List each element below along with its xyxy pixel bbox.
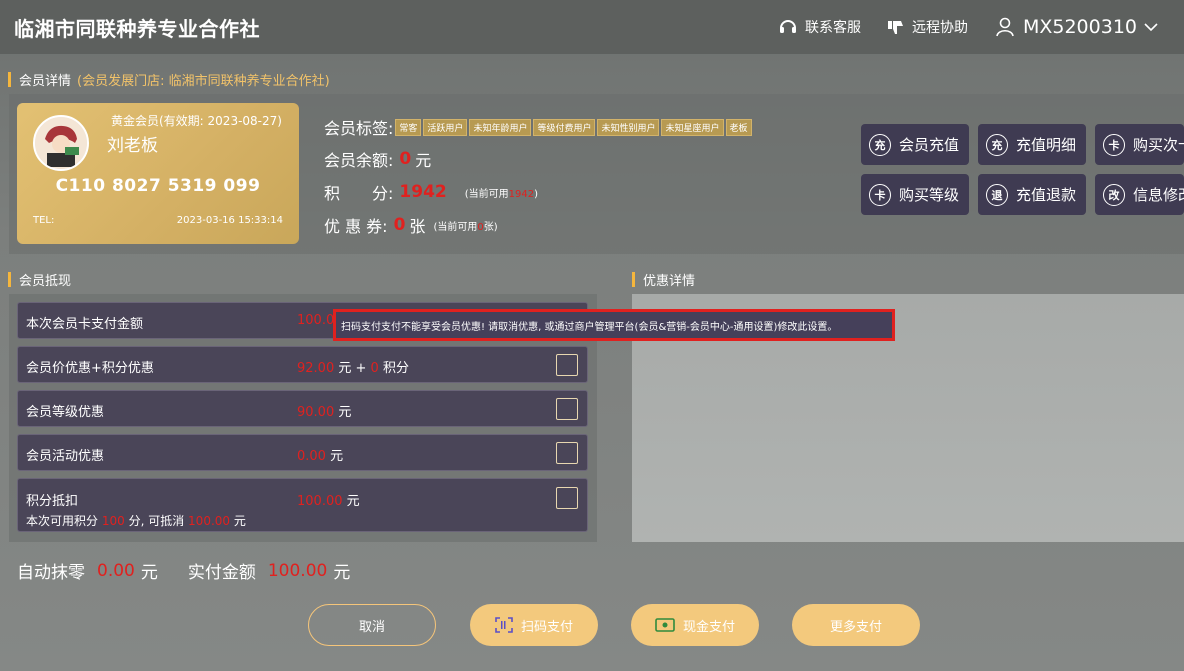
remote-assist-label: 远程协助	[911, 20, 968, 36]
card-icon: 卡	[869, 183, 891, 206]
member-tag: 未知性别用户	[597, 118, 660, 136]
points-value: 1942	[399, 182, 447, 202]
contact-service-label: 联系客服	[804, 20, 861, 36]
recharge-icon: 充	[869, 133, 891, 156]
user-icon	[996, 17, 1014, 37]
scan-pay-button[interactable]: 扫码支付	[470, 604, 598, 646]
headset-icon	[779, 20, 796, 33]
payment-summary: 自动抹零 0.00 元 实付金额 100.00 元	[17, 560, 351, 584]
member-tag: 活跃用户	[423, 118, 468, 136]
deduct-row-level: 会员等级优惠 90.00 元	[17, 390, 588, 427]
avatar	[33, 115, 89, 171]
card-tel: TEL:	[33, 215, 55, 226]
thumb-icon	[887, 21, 903, 34]
member-detail-title: 会员详情 (会员发展门店: 临湘市同联种养专业合作社)	[8, 70, 330, 89]
card-icon: 卡	[1103, 133, 1125, 156]
recharge-refund-button[interactable]: 退 充值退款	[978, 174, 1086, 215]
edit-info-button[interactable]: 改 信息修改	[1095, 174, 1184, 215]
member-recharge-button[interactable]: 充 会员充值	[861, 124, 969, 165]
user-menu[interactable]: MX5200310	[994, 16, 1158, 38]
recharge-detail-button[interactable]: 充 充值明细	[978, 124, 1086, 165]
auto-zero-value: 0.00	[97, 560, 135, 581]
buy-level-button[interactable]: 卡 购买等级	[861, 174, 969, 215]
recharge-icon: 充	[986, 133, 1008, 156]
member-tag: 等级付费用户	[533, 118, 596, 136]
member-level: 黄金会员(有效期: 2023-08-27)	[111, 114, 282, 128]
refund-icon: 退	[986, 183, 1008, 206]
member-name: 刘老板	[107, 136, 158, 156]
contact-service-link[interactable]: 联系客服	[778, 17, 861, 37]
member-tags-line: 会员标签: 常客 活跃用户 未知年龄用户 等级付费用户 未知性别用户 未知星座用…	[324, 115, 752, 139]
cash-pay-button[interactable]: 现金支付	[631, 604, 759, 646]
title-accent-bar	[8, 72, 11, 87]
user-id: MX5200310	[1022, 16, 1137, 38]
coupon-value: 0	[393, 215, 406, 235]
points-available: (当前可用1942)	[464, 188, 538, 200]
more-pay-button[interactable]: 更多支付	[792, 604, 920, 646]
edit-icon: 改	[1103, 183, 1125, 206]
balance-line: 会员余额: 0 元	[324, 149, 432, 170]
points-line: 积 分: 1942 (当前可用1942)	[324, 182, 538, 203]
coupon-line: 优 惠 券: 0 张 (当前可用0张)	[324, 215, 498, 236]
scan-icon	[495, 617, 513, 633]
card-number: C110 8027 5319 099	[55, 176, 261, 196]
member-tag: 常客	[395, 118, 422, 136]
member-tag: 老板	[725, 118, 752, 136]
title-accent-bar	[632, 272, 635, 287]
points-deduct-hint: 本次可用积分 100 分, 可抵消 100.00 元	[26, 514, 246, 528]
coupon-available: (当前可用0张)	[433, 221, 498, 233]
member-deduct-title: 会员抵现	[8, 270, 71, 289]
shop-title: 临湘市同联种养专业合作社	[14, 17, 260, 41]
member-card: 黄金会员(有效期: 2023-08-27) 刘老板 C110 8027 5319…	[17, 103, 299, 244]
deduct-checkbox[interactable]	[556, 487, 578, 509]
top-bar: 临湘市同联种养专业合作社 联系客服 远程协助 MX5200310	[0, 0, 1184, 54]
deduct-checkbox[interactable]	[556, 442, 578, 464]
buy-times-card-button[interactable]: 卡 购买次卡	[1095, 124, 1184, 165]
scan-pay-warning-tooltip: 扫码支付支付不能享受会员优惠! 请取消优惠, 或通过商户管理平台(会员&营销-会…	[333, 309, 895, 341]
deduct-checkbox[interactable]	[556, 398, 578, 420]
top-right-actions: 联系客服 远程协助 MX5200310	[778, 0, 1158, 54]
deduct-row-points: 积分抵扣 100.00 元 本次可用积分 100 分, 可抵消 100.00 元	[17, 478, 588, 532]
deduct-row-member-price: 会员价优惠+积分优惠 92.00 元 + 0 积分	[17, 346, 588, 383]
chevron-down-icon	[1144, 23, 1158, 32]
member-tag: 未知年龄用户	[469, 118, 532, 136]
card-date: 2023-03-16 15:33:14	[176, 215, 283, 226]
remote-assist-link[interactable]: 远程协助	[887, 17, 968, 37]
cash-icon	[655, 618, 675, 632]
cancel-button[interactable]: 取消	[308, 604, 436, 646]
deduct-row-activity: 会员活动优惠 0.00 元	[17, 434, 588, 471]
actual-pay-value: 100.00	[267, 560, 328, 581]
member-tags: 常客 活跃用户 未知年龄用户 等级付费用户 未知性别用户 未知星座用户 老板	[395, 118, 752, 136]
balance-value: 0	[399, 149, 412, 169]
deduct-checkbox[interactable]	[556, 354, 578, 376]
title-accent-bar	[8, 272, 11, 287]
discount-detail-title: 优惠详情	[632, 270, 695, 289]
member-tag: 未知星座用户	[661, 118, 724, 136]
